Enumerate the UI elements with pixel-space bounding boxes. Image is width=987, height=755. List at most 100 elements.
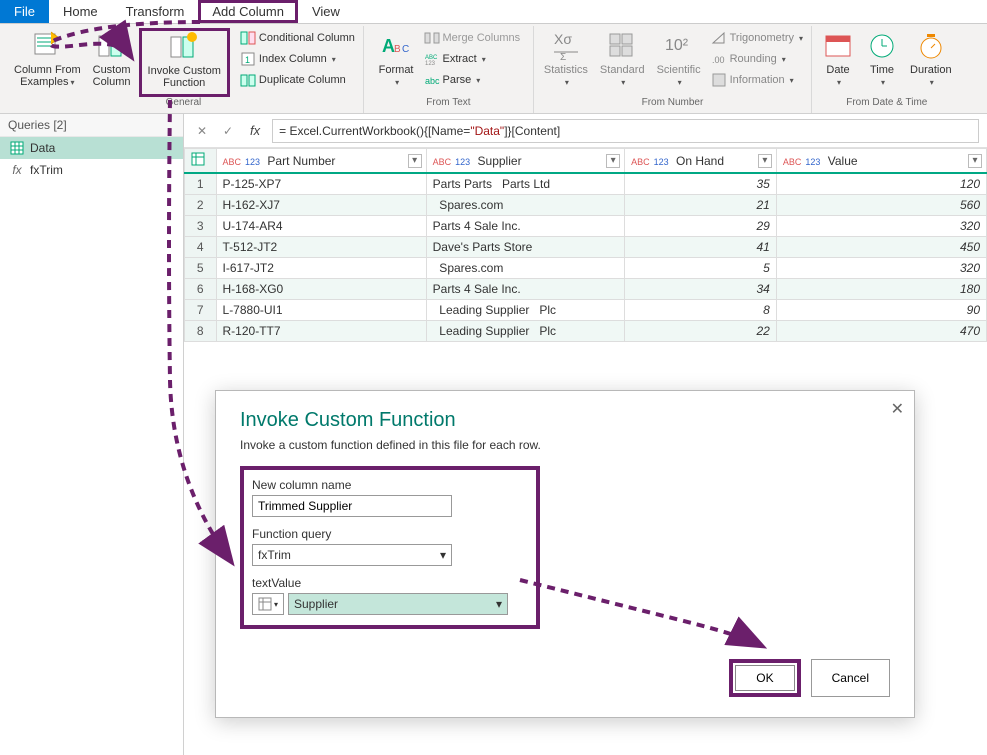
dialog-close-button[interactable]: ✕ <box>891 399 904 419</box>
table-row[interactable]: 4T-512-JT2Dave's Parts Store41450 <box>185 237 987 258</box>
extract-button[interactable]: ABC123 Extract▾ <box>422 49 523 69</box>
cell-part-number[interactable]: U-174-AR4 <box>216 216 426 237</box>
ok-button[interactable]: OK <box>735 665 794 691</box>
cell-on-hand[interactable]: 22 <box>625 321 777 342</box>
table-row[interactable]: 6H-168-XG0Parts 4 Sale Inc.34180 <box>185 279 987 300</box>
cell-on-hand[interactable]: 34 <box>625 279 777 300</box>
grid-corner[interactable] <box>185 149 217 174</box>
date-button[interactable]: Date▾ <box>818 28 858 97</box>
statistics-button[interactable]: XσΣ Statistics▾ <box>540 28 592 97</box>
query-item-fxtrim[interactable]: fx fxTrim <box>0 159 183 181</box>
column-from-examples-button[interactable]: Column From Examples▾ <box>10 28 85 97</box>
table-icon <box>258 597 272 611</box>
menu-home[interactable]: Home <box>49 0 112 23</box>
cell-part-number[interactable]: R-120-TT7 <box>216 321 426 342</box>
cancel-button[interactable]: Cancel <box>811 659 890 697</box>
cell-part-number[interactable]: H-168-XG0 <box>216 279 426 300</box>
cell-on-hand[interactable]: 41 <box>625 237 777 258</box>
cell-value[interactable]: 470 <box>776 321 986 342</box>
custom-column-button[interactable]: Custom Column <box>89 28 135 97</box>
formula-string: "Data" <box>470 124 504 138</box>
duration-button[interactable]: Duration▾ <box>906 28 956 97</box>
information-button[interactable]: Information▾ <box>709 70 805 90</box>
cell-supplier[interactable]: Parts 4 Sale Inc. <box>426 216 624 237</box>
cell-value[interactable]: 90 <box>776 300 986 321</box>
table-row[interactable]: 7L-7880-UI1 Leading Supplier Plc890 <box>185 300 987 321</box>
cell-part-number[interactable]: I-617-JT2 <box>216 258 426 279</box>
cell-part-number[interactable]: T-512-JT2 <box>216 237 426 258</box>
table-row[interactable]: 1P-125-XP7Parts Parts Parts Ltd35120 <box>185 173 987 195</box>
cell-value[interactable]: 450 <box>776 237 986 258</box>
table-row[interactable]: 3U-174-AR4Parts 4 Sale Inc.29320 <box>185 216 987 237</box>
cell-supplier[interactable]: Leading Supplier Plc <box>426 300 624 321</box>
menu-add-column[interactable]: Add Column <box>198 0 298 23</box>
rounding-button[interactable]: .00 Rounding▾ <box>709 49 805 69</box>
filter-dropdown-icon[interactable]: ▾ <box>968 154 982 168</box>
table-row[interactable]: 2H-162-XJ7 Spares.com21560 <box>185 195 987 216</box>
formula-input[interactable]: = Excel.CurrentWorkbook(){[Name="Data"]}… <box>272 119 979 143</box>
dialog-title: Invoke Custom Function <box>240 409 890 432</box>
trigonometry-button[interactable]: Trigonometry▾ <box>709 28 805 48</box>
cell-value[interactable]: 180 <box>776 279 986 300</box>
filter-dropdown-icon[interactable]: ▾ <box>606 154 620 168</box>
formula-commit-button[interactable]: ✓ <box>218 121 238 141</box>
query-item-data[interactable]: Data <box>0 137 183 159</box>
cell-supplier[interactable]: Parts 4 Sale Inc. <box>426 279 624 300</box>
formula-fx-label: fx <box>244 123 266 138</box>
cell-supplier[interactable]: Spares.com <box>426 195 624 216</box>
query-item-label: Data <box>30 141 55 155</box>
column-type-icon: ABC123 <box>631 157 669 167</box>
scientific-icon: 10² <box>663 30 695 62</box>
cell-supplier[interactable]: Parts Parts Parts Ltd <box>426 173 624 195</box>
duplicate-column-button[interactable]: Duplicate Column <box>238 70 357 90</box>
column-header-on-hand[interactable]: ABC123 On Hand ▾ <box>625 149 777 174</box>
index-column-button[interactable]: 1 Index Column▾ <box>238 49 357 69</box>
new-column-name-input[interactable] <box>252 495 452 517</box>
menu-view[interactable]: View <box>298 0 354 23</box>
text-value-type-select[interactable]: ▾ <box>252 593 284 615</box>
cell-value[interactable]: 320 <box>776 258 986 279</box>
time-label: Time <box>870 64 894 76</box>
column-header-supplier[interactable]: ABC123 Supplier ▾ <box>426 149 624 174</box>
column-header-part-number[interactable]: ABC123 Part Number ▾ <box>216 149 426 174</box>
cell-supplier[interactable]: Dave's Parts Store <box>426 237 624 258</box>
text-value-column-select[interactable]: Supplier ▾ <box>288 593 508 615</box>
svg-text:.00: .00 <box>712 55 725 65</box>
format-button[interactable]: ABC Format▾ <box>375 28 418 97</box>
text-value-label: textValue <box>252 576 528 590</box>
column-header-value[interactable]: ABC123 Value ▾ <box>776 149 986 174</box>
cell-value[interactable]: 320 <box>776 216 986 237</box>
cell-on-hand[interactable]: 5 <box>625 258 777 279</box>
cell-value[interactable]: 120 <box>776 173 986 195</box>
text-value-column-value: Supplier <box>294 597 338 611</box>
conditional-column-button[interactable]: Conditional Column <box>238 28 357 48</box>
cell-part-number[interactable]: H-162-XJ7 <box>216 195 426 216</box>
cell-on-hand[interactable]: 21 <box>625 195 777 216</box>
row-number: 4 <box>185 237 217 258</box>
ribbon-group-from-text-label: From Text <box>370 97 527 111</box>
cell-part-number[interactable]: L-7880-UI1 <box>216 300 426 321</box>
filter-dropdown-icon[interactable]: ▾ <box>758 154 772 168</box>
cell-supplier[interactable]: Spares.com <box>426 258 624 279</box>
merge-columns-button[interactable]: Merge Columns <box>422 28 523 48</box>
cell-on-hand[interactable]: 29 <box>625 216 777 237</box>
formula-cancel-button[interactable]: ✕ <box>192 121 212 141</box>
standard-button[interactable]: Standard▾ <box>596 28 649 97</box>
cell-on-hand[interactable]: 8 <box>625 300 777 321</box>
cell-on-hand[interactable]: 35 <box>625 173 777 195</box>
table-row[interactable]: 5I-617-JT2 Spares.com5320 <box>185 258 987 279</box>
invoke-custom-function-button[interactable]: Invoke Custom Function <box>139 28 230 97</box>
time-button[interactable]: Time▾ <box>862 28 902 97</box>
table-row[interactable]: 8R-120-TT7 Leading Supplier Plc22470 <box>185 321 987 342</box>
menu-transform[interactable]: Transform <box>112 0 199 23</box>
column-name: Supplier <box>478 154 522 168</box>
trigonometry-label: Trigonometry <box>730 32 794 44</box>
filter-dropdown-icon[interactable]: ▾ <box>408 154 422 168</box>
scientific-button[interactable]: 10² Scientific▾ <box>653 28 705 97</box>
menu-file[interactable]: File <box>0 0 49 23</box>
cell-value[interactable]: 560 <box>776 195 986 216</box>
function-query-select[interactable]: fxTrim ▾ <box>252 544 452 566</box>
parse-button[interactable]: abc Parse▾ <box>422 70 523 90</box>
cell-part-number[interactable]: P-125-XP7 <box>216 173 426 195</box>
cell-supplier[interactable]: Leading Supplier Plc <box>426 321 624 342</box>
